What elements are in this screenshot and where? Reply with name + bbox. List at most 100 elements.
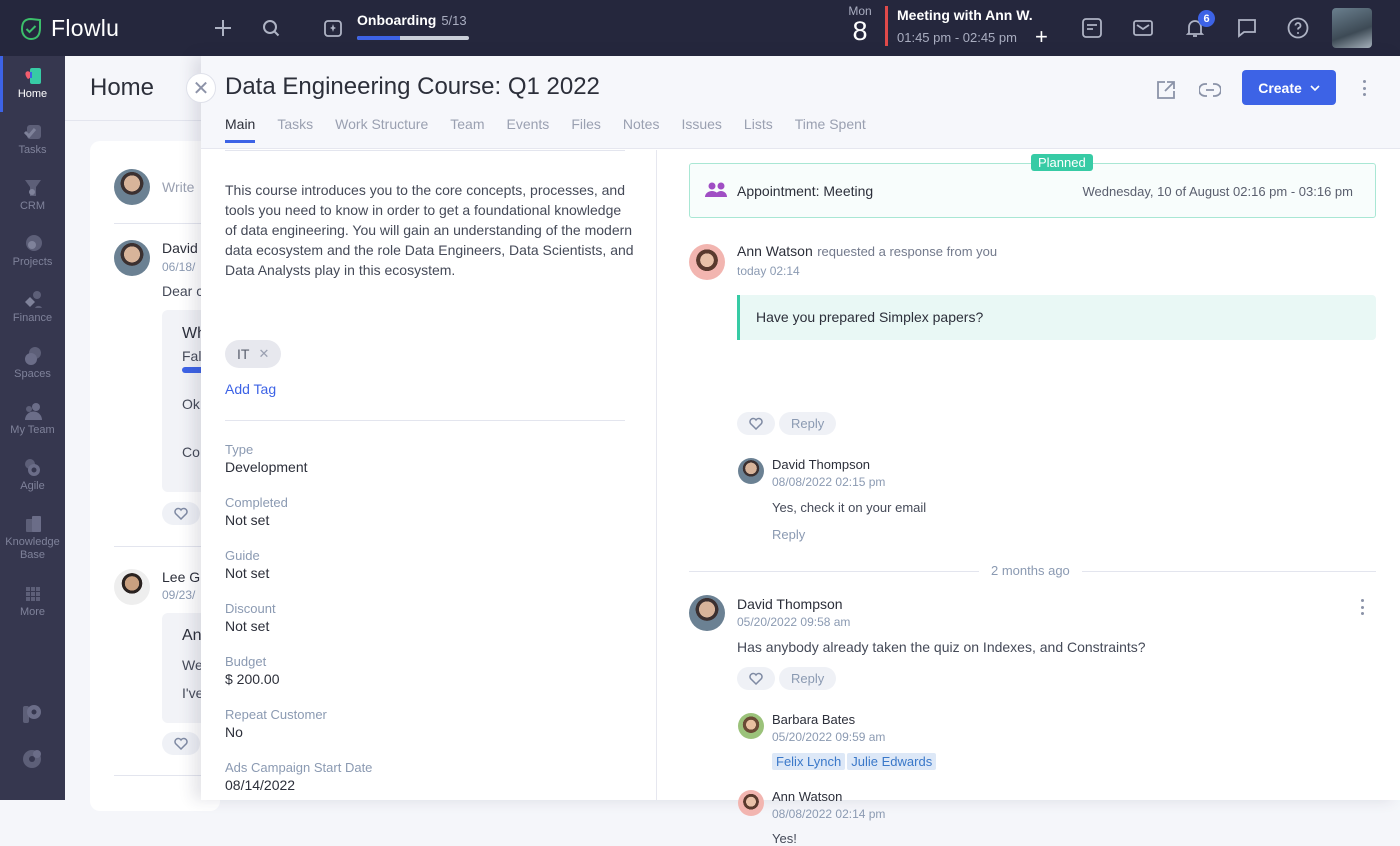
search-icon[interactable] [259,16,283,40]
field-budget[interactable]: Budget $ 200.00 [225,654,280,687]
create-button[interactable]: Create [1242,70,1336,105]
calendar-date[interactable]: Mon 8 [846,4,874,45]
home-icon [24,68,41,84]
onboarding-count: 5/13 [441,13,467,28]
notes-icon[interactable] [1080,16,1104,40]
copy-link-icon[interactable] [1198,78,1222,102]
divider [225,150,625,151]
like-button[interactable] [162,732,200,755]
more-options-icon[interactable] [1359,80,1369,96]
sidebar-item-agile[interactable]: Agile [0,458,65,492]
knowledge-base-icon [25,516,41,532]
crm-icon [24,180,41,196]
sidebar-item-knowledge-base[interactable]: Knowledge Base [0,514,65,562]
sidebar-item-home[interactable]: Home [0,66,65,100]
onboarding-progress[interactable]: Onboarding 5/13 [357,12,469,40]
like-button[interactable] [737,412,775,435]
tab-tasks[interactable]: Tasks [277,116,313,143]
tab-files[interactable]: Files [571,116,601,143]
field-discount[interactable]: Discount Not set [225,601,276,634]
tab-issues[interactable]: Issues [681,116,721,143]
divider [225,420,625,421]
field-label: Discount [225,601,276,616]
field-ads-campaign-start-date[interactable]: Ads Campaign Start Date 08/14/2022 [225,760,372,793]
upcoming-meeting[interactable]: Meeting with Ann W. 01:45 pm - 02:45 pm [897,7,1033,45]
onboarding-bar [357,36,469,40]
appointment-card[interactable]: Planned Appointment: Meeting Wednesday, … [689,154,1376,218]
tab-time-spent[interactable]: Time Spent [795,116,866,143]
sidebar-item-tasks[interactable]: Tasks [0,122,65,156]
logo[interactable]: Flowlu [19,15,119,42]
tag-chip[interactable]: IT ✕ [225,340,282,368]
reply-header: Barbara Bates 05/20/2022 09:59 am [772,712,885,744]
field-label: Repeat Customer [225,707,327,722]
write-post-input[interactable]: Write [162,179,194,195]
tab-lists[interactable]: Lists [744,116,773,143]
sidebar-item-my-team[interactable]: My Team [0,402,65,436]
time-separator-label: 2 months ago [979,563,1082,578]
mention-tag[interactable]: Julie Edwards [847,753,937,770]
post-author[interactable]: David [162,240,198,256]
chat-icon[interactable] [1235,16,1259,40]
field-label: Ads Campaign Start Date [225,760,373,775]
reply-link[interactable]: Reply [772,527,805,542]
sidebar-item-label: Tasks [18,144,47,156]
onboarding-icon[interactable] [321,16,345,40]
field-guide[interactable]: Guide Not set [225,548,269,581]
help-icon[interactable] [1286,16,1310,40]
field-value: Not set [225,618,270,634]
sidebar-item-more[interactable]: More [0,584,65,618]
comment-header: David Thompson 05/20/2022 09:58 am [737,596,850,629]
appointment-title: Appointment: Meeting [737,183,874,199]
sidebar-item-finance[interactable]: Finance [0,290,65,324]
field-repeat-customer[interactable]: Repeat Customer No [225,707,327,740]
meeting-title: Meeting with Ann W. [897,7,1033,23]
comment-author[interactable]: David Thompson [737,596,850,612]
tab-notes[interactable]: Notes [623,116,660,143]
field-type[interactable]: Type Development [225,442,308,475]
avatar [114,569,150,605]
heart-icon [174,737,188,750]
reply-button[interactable]: Reply [779,412,837,435]
reply-author[interactable]: Ann Watson [772,789,885,804]
field-label: Budget [225,654,267,669]
tab-events[interactable]: Events [507,116,550,143]
sidebar-item-label: Spaces [14,368,51,380]
field-value: 08/14/2022 [225,777,296,793]
avatar [689,244,725,280]
sidebar-item-crm[interactable]: CRM [0,178,65,212]
like-button[interactable] [162,502,200,525]
sidebar-item-label: Finance [12,312,53,324]
like-button[interactable] [737,667,775,690]
reply-button[interactable]: Reply [779,667,837,690]
user-avatar[interactable] [1332,8,1372,48]
field-completed[interactable]: Completed Not set [225,495,288,528]
mail-icon[interactable] [1131,16,1155,40]
divider [65,120,205,121]
chevron-down-icon [1310,84,1320,91]
reply-author[interactable]: David Thompson [772,457,885,472]
sidebar-item-spaces[interactable]: Spaces [0,346,65,380]
add-tag-link[interactable]: Add Tag [225,381,276,397]
tab-team[interactable]: Team [450,116,484,143]
attachment-line: Ok [182,396,200,412]
reply-author[interactable]: Barbara Bates [772,712,885,727]
tab-main[interactable]: Main [225,116,256,143]
remove-tag-icon[interactable]: ✕ [258,346,269,362]
post-author[interactable]: Lee G [162,569,200,585]
tab-work-structure[interactable]: Work Structure [335,116,428,143]
comment-author[interactable]: Ann Watson [737,243,813,259]
field-value: Development [225,459,308,475]
mention-tag[interactable]: Felix Lynch [772,753,846,770]
sidebar-item-label: My Team [10,424,55,436]
avatar [738,790,764,816]
comment-menu-icon[interactable] [1357,599,1367,615]
portal-icon[interactable] [21,703,43,725]
close-panel-button[interactable]: ✕ [186,73,216,103]
sidebar-item-projects[interactable]: Projects [0,234,65,268]
settings-icon[interactable] [21,748,43,770]
open-external-icon[interactable] [1154,78,1178,102]
attachment-line: Co [182,444,200,460]
plus-icon[interactable] [211,16,235,40]
add-event-icon[interactable]: + [1035,26,1048,48]
